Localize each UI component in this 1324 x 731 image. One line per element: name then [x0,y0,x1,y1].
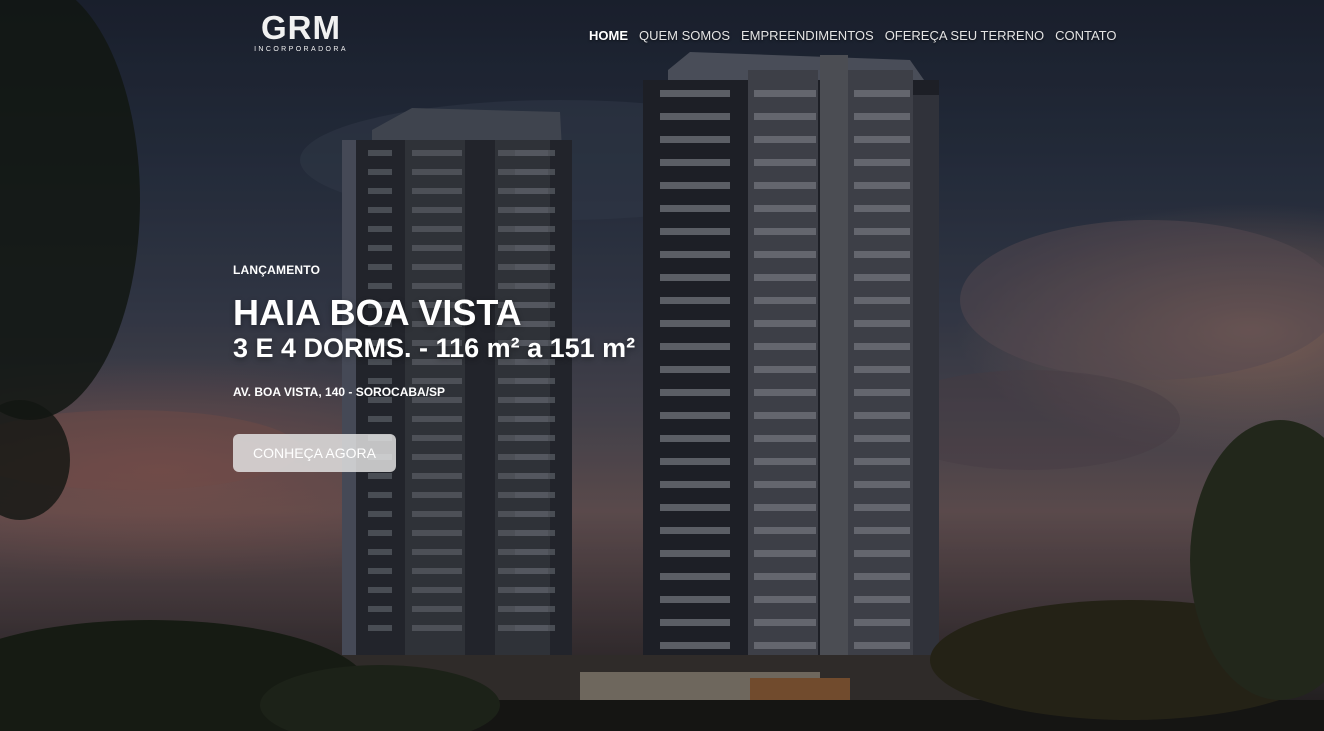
nav-empreendimentos[interactable]: EMPREENDIMENTOS [741,28,874,44]
nav-contato[interactable]: CONTATO [1055,28,1116,44]
logo-mark: GRM [261,9,341,46]
nav-home[interactable]: HOME [589,28,628,44]
logo-tagline: INCORPORADORA [254,46,348,53]
hero-content: LANÇAMENTO HAIA BOA VISTA 3 E 4 DORMS. -… [233,262,635,472]
hero-subtitle: 3 E 4 DORMS. - 116 m² a 151 m² [233,333,636,363]
nav-ofereca-seu-terreno[interactable]: OFEREÇA SEU TERRENO [885,28,1044,44]
brand-logo[interactable]: GRM INCORPORADORA [249,9,353,56]
hero-eyebrow: LANÇAMENTO [233,263,321,277]
cta-button[interactable]: CONHEÇA AGORA [233,434,396,472]
site-header: GRM INCORPORADORA HOME QUEM SOMOS EMPREE… [0,0,1324,70]
hero-background [0,0,1324,731]
hero-title: HAIA BOA VISTA [233,292,522,333]
nav-quem-somos[interactable]: QUEM SOMOS [639,28,730,44]
main-nav: HOME QUEM SOMOS EMPREENDIMENTOS OFEREÇA … [589,28,1116,44]
hero-address: AV. BOA VISTA, 140 - SOROCABA/SP [233,385,446,399]
